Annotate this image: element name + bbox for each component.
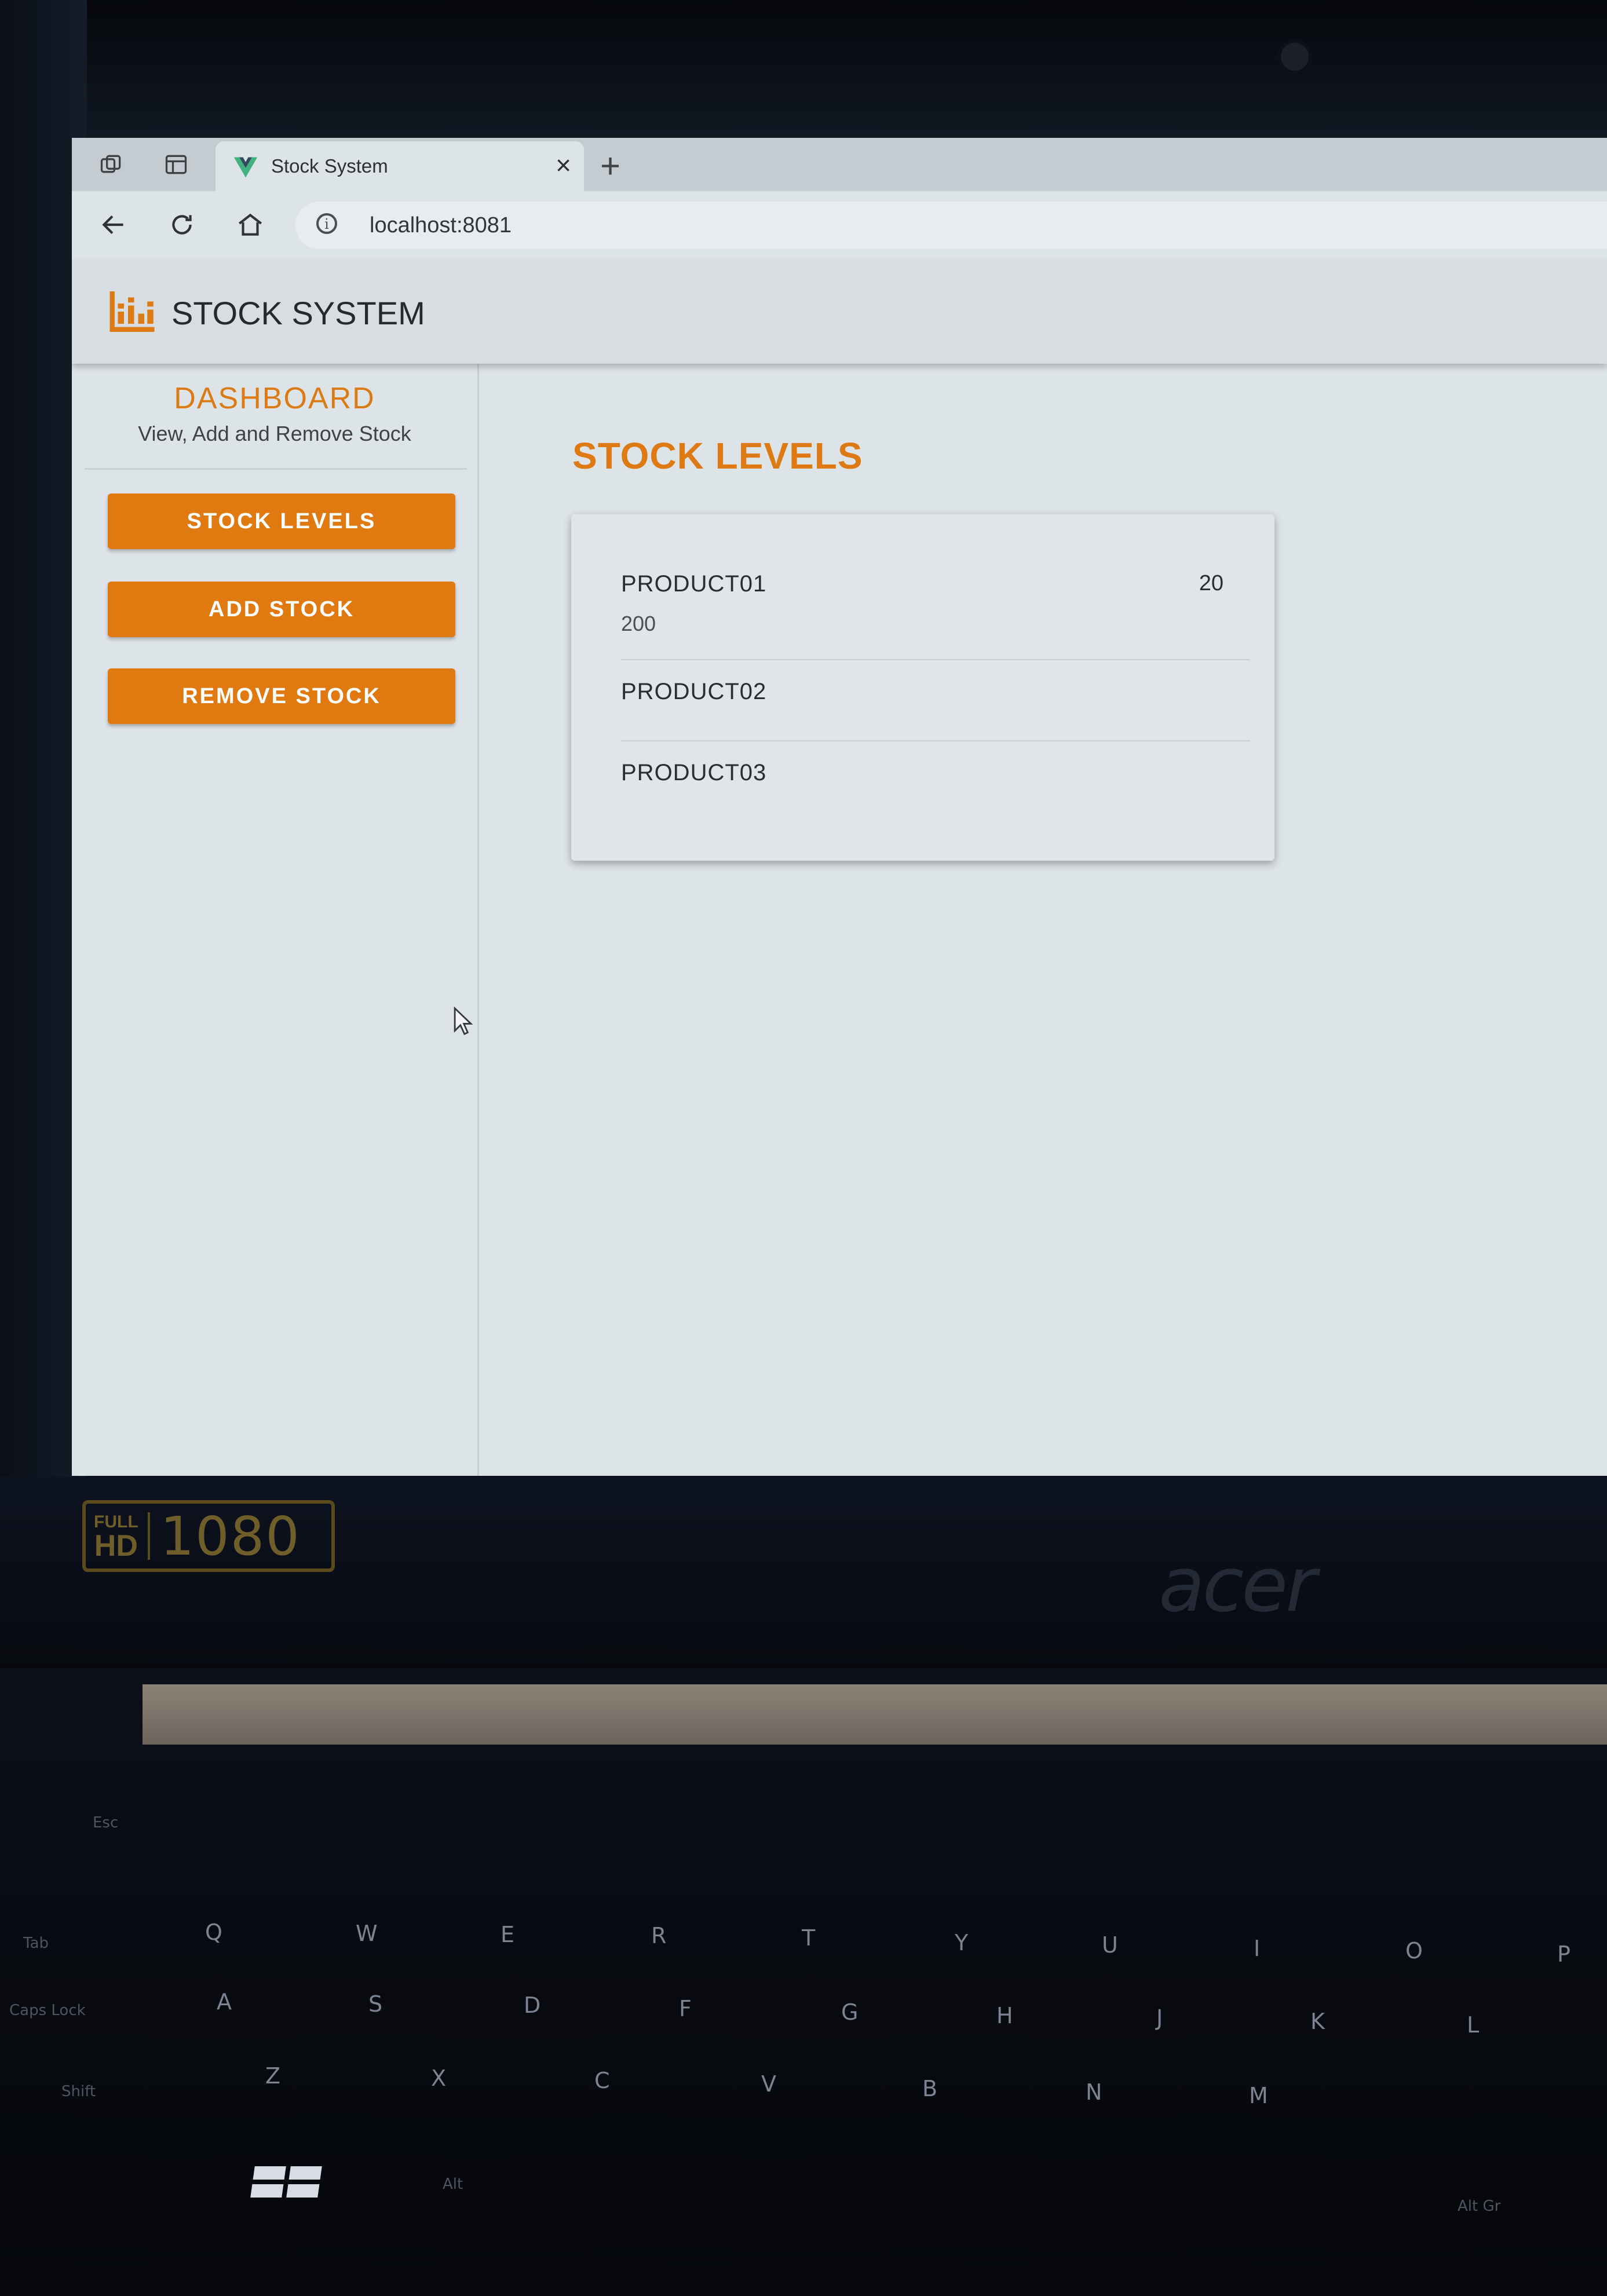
laptop-hinge (143, 1684, 1607, 1745)
browser-navbar: i localhost:8081 (72, 191, 1607, 259)
key-e: E (501, 1922, 515, 1947)
add-stock-button[interactable]: ADD STOCK (108, 582, 455, 637)
product-detail: 200 (621, 612, 656, 635)
key-r: R (651, 1923, 667, 1948)
key-esc: Esc (93, 1814, 119, 1831)
windows-key-icon (250, 2166, 322, 2198)
product-name: PRODUCT02 (621, 679, 767, 704)
key-tab: Tab (23, 1935, 49, 1952)
key-alt: Alt (443, 2176, 463, 2193)
mouse-cursor-icon (454, 1007, 473, 1036)
url-text[interactable]: localhost:8081 (370, 213, 512, 238)
product-name: PRODUCT03 (621, 760, 767, 785)
brand-logo: acer (1159, 1541, 1317, 1629)
stock-list-card: PRODUCT01 20 200 PRODUCT02 PRODUCT03 (571, 514, 1274, 861)
laptop-screen: Stock System × + i localhost:8081 STOCK … (72, 138, 1607, 1476)
key-i: I (1254, 1936, 1261, 1961)
app-header: STOCK SYSTEM (72, 259, 1607, 364)
browser-tabbar: Stock System × + (72, 138, 1607, 191)
page-title: STOCK LEVELS (572, 435, 863, 477)
list-item-product02[interactable]: PRODUCT02 (571, 660, 1274, 740)
list-item-product03[interactable]: PRODUCT03 (571, 741, 1274, 821)
key-d: D (524, 1992, 541, 2018)
key-w: W (356, 1921, 378, 1946)
tab-stock-system[interactable]: Stock System × (216, 141, 584, 191)
key-caps-lock: Caps Lock (9, 2002, 86, 2019)
key-x: X (431, 2065, 447, 2091)
key-k: K (1310, 2009, 1325, 2034)
address-bar[interactable]: i localhost:8081 (295, 202, 1607, 249)
key-u: U (1102, 1932, 1118, 1958)
product-quantity: 20 (1199, 571, 1223, 595)
site-info-icon[interactable]: i (316, 213, 337, 234)
key-y: Y (955, 1930, 969, 1955)
new-tab-icon[interactable]: + (600, 146, 620, 186)
key-v: V (761, 2071, 776, 2097)
list-item-product01[interactable]: PRODUCT01 20 200 (571, 514, 1274, 659)
key-t: T (802, 1925, 816, 1951)
key-a: A (217, 1989, 232, 2015)
sidebar-divider (85, 468, 467, 470)
dashboard-subheading: View, Add and Remove Stock (138, 422, 411, 445)
app-title: STOCK SYSTEM (171, 295, 425, 331)
webcam (1277, 39, 1312, 74)
key-m: M (1249, 2083, 1268, 2108)
key-s: S (368, 1991, 383, 2017)
key-p: P (1557, 1942, 1571, 1967)
badge-resolution-text: 1080 (160, 1505, 301, 1567)
vue-logo-icon (233, 157, 258, 178)
key-q: Q (205, 1920, 222, 1945)
vertical-tabs-icon[interactable] (162, 151, 190, 178)
keyboard (0, 1761, 1607, 2296)
key-shift: Shift (61, 2083, 96, 2100)
key-l: L (1467, 2012, 1480, 2038)
bar-chart-icon (109, 291, 155, 332)
key-c: C (594, 2068, 610, 2093)
key-h: H (996, 2003, 1013, 2028)
stock-levels-button[interactable]: STOCK LEVELS (108, 493, 455, 549)
dashboard-heading: DASHBOARD (174, 382, 375, 415)
key-alt-gr: Alt Gr (1458, 2198, 1501, 2215)
workspaces-icon[interactable] (97, 151, 125, 178)
refresh-icon[interactable] (163, 206, 200, 243)
home-icon[interactable] (232, 206, 269, 243)
remove-stock-button[interactable]: REMOVE STOCK (108, 668, 455, 724)
tab-close-icon[interactable]: × (556, 149, 571, 181)
back-arrow-icon[interactable] (95, 206, 132, 243)
key-f: F (679, 1996, 692, 2021)
sidebar: DASHBOARD View, Add and Remove Stock STO… (72, 364, 479, 1476)
badge-hd-text: HD (94, 1529, 138, 1563)
product-name: PRODUCT01 (621, 571, 767, 597)
key-j: J (1156, 2005, 1163, 2031)
key-g: G (841, 1999, 859, 2025)
full-hd-badge: FULL HD 1080 (82, 1500, 335, 1572)
key-z: Z (265, 2063, 281, 2089)
key-o: O (1405, 1938, 1423, 1964)
key-n: N (1086, 2079, 1102, 2105)
key-b: B (922, 2076, 938, 2101)
laptop-bezel-top (0, 0, 1607, 139)
tab-title: Stock System (271, 155, 388, 177)
